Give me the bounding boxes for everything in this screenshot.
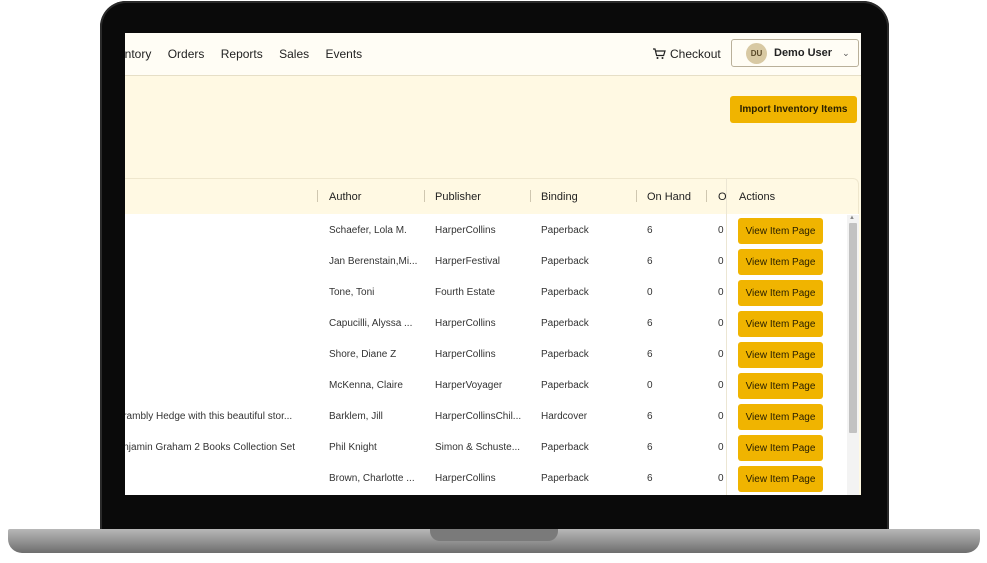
laptop-notch <box>430 529 558 541</box>
cell-author: McKenna, Claire <box>329 380 403 391</box>
cell-publisher: HarperCollins <box>435 225 496 236</box>
top-navigation-bar: entory Orders Reports Sales Events Check… <box>125 33 861 76</box>
cell-on-hand: 6 <box>647 256 653 267</box>
nav-item-events[interactable]: Events <box>325 47 362 61</box>
cell-on-order: 0 <box>718 349 724 360</box>
view-item-page-button[interactable]: View Item Page <box>738 218 823 244</box>
vertical-scrollbar[interactable]: ▲ <box>847 215 859 495</box>
cell-on-hand: 6 <box>647 473 653 484</box>
table-row[interactable]: Jan Berenstain,Mi... HarperFestival Paperb… <box>125 246 847 277</box>
cell-on-order: 0 <box>718 442 724 453</box>
cell-on-order: 0 <box>718 287 724 298</box>
view-item-page-button[interactable]: View Item Page <box>738 404 823 430</box>
table-row[interactable]: Schaefer, Lola M. HarperCollins Paperback 6… <box>125 215 847 246</box>
view-item-page-button[interactable]: View Item Page <box>738 342 823 368</box>
laptop-mockup: entory Orders Reports Sales Events Check… <box>0 0 987 563</box>
cell-on-hand: 0 <box>647 287 653 298</box>
cell-title: Benjamin Graham 2 Books Collection Set <box>125 442 295 453</box>
table-row[interactable]: Shore, Diane Z HarperCollins Paperback 6 0 Vi… <box>125 339 847 370</box>
header-binding[interactable]: Binding <box>541 191 578 203</box>
column-divider[interactable] <box>530 190 531 202</box>
cell-on-hand: 6 <box>647 225 653 236</box>
cell-on-order: 0 <box>718 411 724 422</box>
cell-author: Capucilli, Alyssa ... <box>329 318 413 329</box>
header-publisher[interactable]: Publisher <box>435 191 481 203</box>
cell-binding: Paperback <box>541 287 589 298</box>
cell-binding: Paperback <box>541 225 589 236</box>
cell-on-hand: 6 <box>647 349 653 360</box>
cell-binding: Hardcover <box>541 411 588 422</box>
nav-item-sales[interactable]: Sales <box>279 47 309 61</box>
cell-on-order: 0 <box>718 256 724 267</box>
user-menu-button[interactable]: DU Demo User ⌄ <box>731 39 859 67</box>
scroll-up-arrow-icon[interactable]: ▲ <box>849 215 855 221</box>
cart-icon <box>653 48 666 59</box>
cell-binding: Paperback <box>541 318 589 329</box>
cell-binding: Paperback <box>541 442 589 453</box>
app-screen: entory Orders Reports Sales Events Check… <box>125 33 861 495</box>
checkout-label: Checkout <box>670 47 721 61</box>
cell-binding: Paperback <box>541 256 589 267</box>
column-divider[interactable] <box>424 190 425 202</box>
cell-title: f Brambly Hedge with this beautiful stor… <box>125 411 293 422</box>
table-row[interactable]: McKenna, Claire HarperVoyager Paperback 0 0 V… <box>125 370 847 401</box>
table-row[interactable]: Brown, Charlotte ... HarperCollins Paperba… <box>125 463 847 494</box>
cell-author: Barklem, Jill <box>329 411 383 422</box>
cell-on-hand: 6 <box>647 411 653 422</box>
chevron-down-icon: ⌄ <box>842 47 850 58</box>
cell-author: Shore, Diane Z <box>329 349 397 360</box>
view-item-page-button[interactable]: View Item Page <box>738 373 823 399</box>
import-inventory-button[interactable]: Import Inventory Items <box>730 96 857 123</box>
nav-item-reports[interactable]: Reports <box>221 47 263 61</box>
cell-publisher: HarperCollins <box>435 473 496 484</box>
cell-on-hand: 6 <box>647 442 653 453</box>
header-actions: Actions <box>739 191 776 203</box>
table-row[interactable]: Tone, Toni Fourth Estate Paperback 0 0 View I… <box>125 277 847 308</box>
cell-publisher: HarperCollinsChil... <box>435 411 522 422</box>
user-name: Demo User <box>774 47 833 59</box>
cell-on-order: 0 <box>718 318 724 329</box>
view-item-page-button[interactable]: View Item Page <box>738 311 823 337</box>
cell-publisher: HarperFestival <box>435 256 501 267</box>
cell-on-order: 0 <box>718 225 724 236</box>
column-divider[interactable] <box>317 190 318 202</box>
cell-binding: Paperback <box>541 380 589 391</box>
cell-binding: Paperback <box>541 349 589 360</box>
main-nav: entory Orders Reports Sales Events <box>125 47 375 61</box>
checkout-link[interactable]: Checkout <box>652 47 721 61</box>
view-item-page-button[interactable]: View Item Page <box>738 466 823 492</box>
column-divider[interactable] <box>636 190 637 202</box>
cell-publisher: HarperCollins <box>435 349 496 360</box>
cell-on-order: 0 <box>718 473 724 484</box>
cell-author: Brown, Charlotte ... <box>329 473 415 484</box>
cell-author: Tone, Toni <box>329 287 375 298</box>
cell-publisher: Simon & Schuste... <box>435 442 521 453</box>
view-item-page-button[interactable]: View Item Page <box>738 280 823 306</box>
avatar: DU <box>746 42 767 64</box>
cell-publisher: HarperVoyager <box>435 380 503 391</box>
column-divider[interactable] <box>706 190 707 202</box>
table-row[interactable]: Benjamin Graham 2 Books Collection Set Ph… <box>125 432 847 463</box>
cell-author: Phil Knight <box>329 442 377 453</box>
header-author[interactable]: Author <box>329 191 361 203</box>
cell-author: Schaefer, Lola M. <box>329 225 407 236</box>
cell-binding: Paperback <box>541 473 589 484</box>
table-header: Author Publisher Binding On Hand O Actio… <box>125 178 859 214</box>
nav-item-orders[interactable]: Orders <box>168 47 205 61</box>
header-on-hand[interactable]: On Hand <box>647 191 691 203</box>
view-item-page-button[interactable]: View Item Page <box>738 249 823 275</box>
cell-publisher: Fourth Estate <box>435 287 496 298</box>
cell-publisher: HarperCollins <box>435 318 496 329</box>
view-item-page-button[interactable]: View Item Page <box>738 435 823 461</box>
nav-item-inventory[interactable]: entory <box>125 47 151 61</box>
inventory-table: Author Publisher Binding On Hand O Actio… <box>125 178 859 495</box>
table-row[interactable]: Capucilli, Alyssa ... HarperCollins Paperb… <box>125 308 847 339</box>
scrollbar-thumb[interactable] <box>849 223 857 433</box>
cell-on-hand: 6 <box>647 318 653 329</box>
cell-on-order: 0 <box>718 380 724 391</box>
table-row[interactable]: f Brambly Hedge with this beautiful stor… <box>125 401 847 432</box>
cell-on-hand: 0 <box>647 380 653 391</box>
cell-author: Jan Berenstain,Mi... <box>329 256 418 267</box>
